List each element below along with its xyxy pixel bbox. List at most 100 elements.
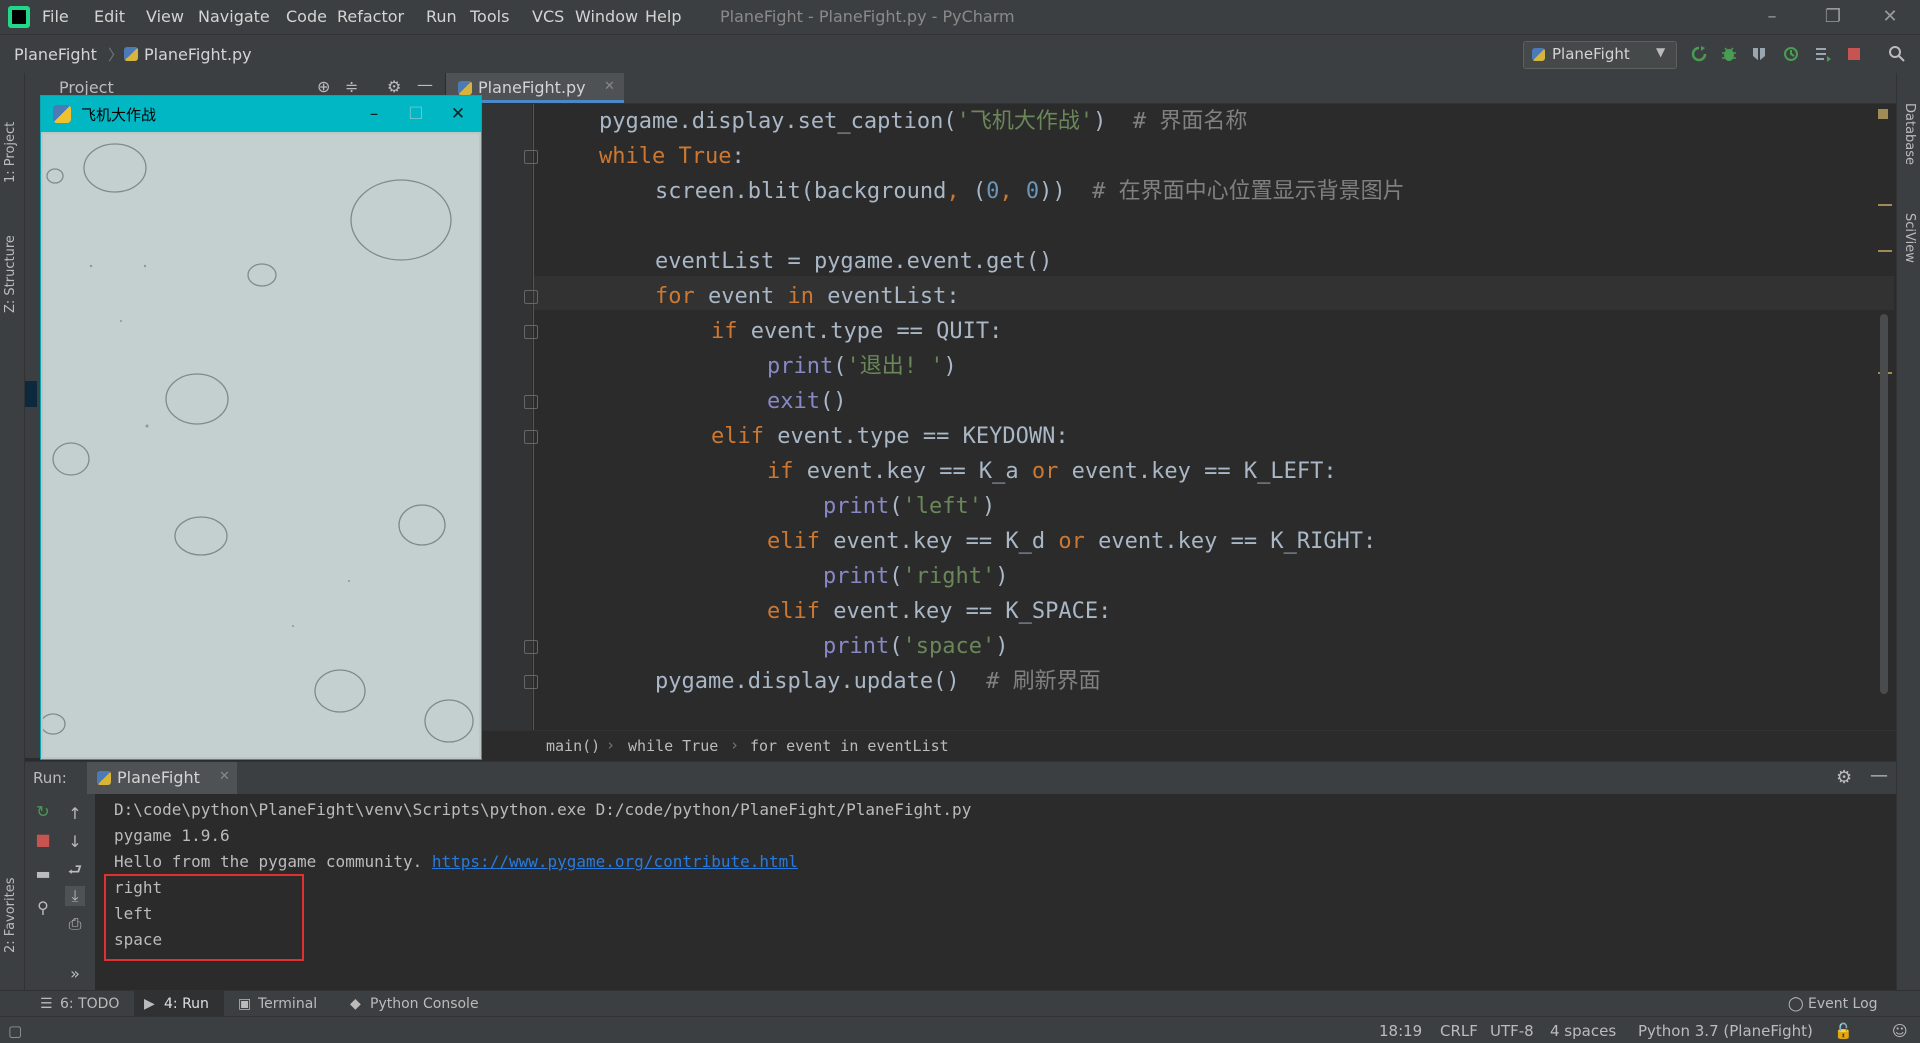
breadcrumb-file[interactable]: PlaneFight.py (144, 45, 252, 64)
restore-button[interactable]: ❐ (1813, 4, 1853, 30)
todo-tool-tab[interactable]: 6: TODO (60, 996, 119, 1012)
code-text: exit() (767, 389, 847, 414)
run-configuration-select[interactable]: PlaneFight ▼ (1523, 41, 1677, 69)
structure-tool-tab[interactable]: Z: Structure (3, 235, 18, 313)
run-console[interactable]: D:\code\python\PlaneFight\venv\Scripts\p… (96, 794, 1896, 990)
menu-code[interactable]: Code (286, 7, 327, 26)
run-tool-tab[interactable]: 4: Run (164, 996, 209, 1012)
warning-stripe[interactable] (1878, 250, 1892, 252)
code-line-3: screen.blit(background, (0, 0)) # 在界面中心位… (655, 174, 1405, 209)
close-window-button[interactable]: ✕ (1870, 4, 1910, 30)
menu-view[interactable]: View (146, 7, 184, 26)
database-tool-tab[interactable]: Database (1902, 103, 1917, 165)
close-icon[interactable]: ✕ (604, 79, 615, 94)
pygame-window-titlebar[interactable]: 飞机大作战 – ☐ ✕ (41, 96, 481, 132)
fold-marker-icon[interactable] (524, 325, 538, 339)
python-interpreter[interactable]: Python 3.7 (PlaneFight) (1638, 1022, 1813, 1040)
search-icon[interactable] (1888, 45, 1906, 63)
pin-icon[interactable]: ⚲ (33, 898, 53, 918)
crumb-main[interactable]: main() (546, 737, 600, 755)
breadcrumb-project[interactable]: PlaneFight (14, 45, 97, 64)
caret-position[interactable]: 18:19 (1379, 1022, 1422, 1040)
code-editor[interactable]: pygame.display.set_caption('飞机大作战') # 界面… (446, 104, 1896, 730)
soft-wrap-icon[interactable]: ⮐ (65, 860, 85, 880)
coverage-icon[interactable] (1750, 45, 1768, 63)
print-icon[interactable]: ⎙ (65, 914, 85, 934)
python-file-icon (124, 47, 138, 61)
highlight-annotation-box (104, 874, 304, 961)
crumb-separator-icon: › (730, 736, 740, 754)
pygame-window[interactable]: 飞机大作战 – ☐ ✕ (40, 95, 482, 760)
lock-icon[interactable]: 🔓 (1834, 1022, 1853, 1040)
tab-label: PlaneFight.py (478, 78, 586, 97)
warning-stripe[interactable] (1878, 204, 1892, 206)
editor-scrollbar[interactable] (1880, 314, 1888, 694)
fold-marker-icon[interactable] (524, 640, 538, 654)
code-line-10: elif event.type == KEYDOWN: (711, 419, 1069, 454)
game-background-canvas[interactable] (40, 134, 479, 757)
fold-marker-icon[interactable] (524, 430, 538, 444)
collapse-all-icon[interactable]: ≑ (345, 77, 358, 96)
rerun-icon[interactable]: ↻ (33, 802, 53, 822)
locate-icon[interactable]: ⊕ (317, 77, 330, 96)
scroll-to-end-icon[interactable]: ⤓ (65, 886, 85, 906)
pygame-minimize-button[interactable]: – (355, 100, 393, 128)
minimize-button[interactable]: – (1752, 4, 1792, 30)
minimize-panel-icon[interactable]: — (1870, 765, 1888, 786)
asteroid-icon (165, 373, 229, 425)
indent-setting[interactable]: 4 spaces (1550, 1022, 1616, 1040)
run-tab-planefight[interactable]: PlaneFight ✕ (87, 762, 237, 794)
menu-edit[interactable]: Edit (94, 7, 125, 26)
toggle-tool-windows-icon[interactable]: ▢ (8, 1022, 22, 1040)
menu-help[interactable]: Help (645, 7, 681, 26)
rerun-icon[interactable] (1690, 45, 1708, 63)
crumb-while[interactable]: while True (628, 737, 718, 755)
more-icon[interactable]: » (65, 964, 85, 984)
python-console-tool-tab[interactable]: Python Console (370, 996, 479, 1012)
close-icon[interactable]: ✕ (219, 769, 230, 784)
code-text: print('space') (823, 634, 1009, 659)
menu-file[interactable]: File (42, 7, 69, 26)
terminal-tool-tab[interactable]: Terminal (258, 996, 317, 1012)
debug-icon[interactable] (1720, 45, 1738, 63)
crumb-for[interactable]: for event in eventList (750, 737, 949, 755)
stop-icon[interactable] (1845, 45, 1863, 63)
stop-icon[interactable]: ■ (33, 830, 53, 850)
code-text: eventList = pygame.event.get() (655, 249, 1053, 274)
arrow-up-icon[interactable]: ↑ (65, 804, 85, 824)
minimize-panel-icon[interactable]: — (417, 75, 433, 94)
menu-window[interactable]: Window (575, 7, 638, 26)
inspector-icon[interactable]: ☺ (1892, 1022, 1908, 1040)
event-log-tool-tab[interactable]: Event Log (1808, 996, 1878, 1012)
line-separator[interactable]: CRLF (1440, 1022, 1478, 1040)
fold-marker-icon[interactable] (524, 675, 538, 689)
menu-navigate[interactable]: Navigate (198, 7, 270, 26)
code-line-6: for event in eventList: (655, 279, 960, 314)
run-concurrency-icon[interactable] (1814, 45, 1832, 63)
code-text: pygame.display.set_caption('飞机大作战') # 界面… (599, 109, 1248, 134)
profile-icon[interactable] (1782, 45, 1800, 63)
menu-refactor[interactable]: Refactor (337, 7, 404, 26)
pygame-maximize-button[interactable]: ☐ (397, 100, 435, 128)
menu-run[interactable]: Run (426, 7, 457, 26)
inspection-status-icon[interactable] (1878, 109, 1888, 119)
fold-marker-icon[interactable] (524, 395, 538, 409)
layout-icon[interactable]: ▬ (33, 864, 53, 884)
project-tool-tab[interactable]: 1: Project (3, 122, 18, 183)
arrow-down-icon[interactable]: ↓ (65, 832, 85, 852)
asteroid-icon (247, 263, 277, 287)
gutter-divider (533, 104, 534, 730)
file-encoding[interactable]: UTF-8 (1490, 1022, 1534, 1040)
menu-tools[interactable]: Tools (470, 7, 509, 26)
code-line-9: exit() (767, 384, 846, 419)
pygame-contribute-link[interactable]: https://www.pygame.org/contribute.html (432, 852, 798, 871)
gear-icon[interactable]: ⚙ (387, 77, 401, 96)
favorites-tool-tab[interactable]: 2: Favorites (3, 877, 18, 953)
selected-tree-row[interactable] (25, 381, 37, 407)
pygame-close-button[interactable]: ✕ (439, 100, 477, 128)
gear-icon[interactable]: ⚙ (1836, 767, 1852, 788)
menu-vcs[interactable]: VCS (532, 7, 564, 26)
sciview-tool-tab[interactable]: SciView (1902, 213, 1917, 263)
fold-marker-icon[interactable] (524, 290, 538, 304)
fold-marker-icon[interactable] (524, 150, 538, 164)
